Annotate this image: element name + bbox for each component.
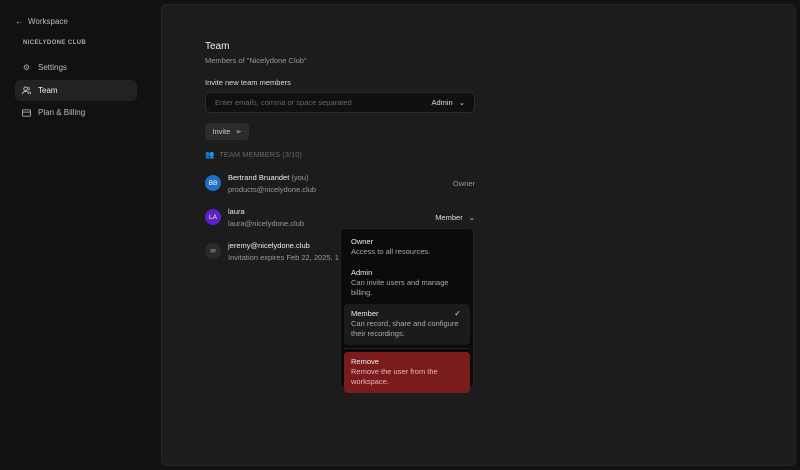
avatar: LA [205,209,221,225]
invite-email-input[interactable]: Enter emails, comma or space separated A… [205,92,475,113]
check-icon: ✓ [454,308,461,318]
role-dropdown-menu: Owner Access to all resources. Admin Can i… [340,228,474,393]
option-desc: Can invite users and manage billing. [351,277,449,298]
chevron-down-icon: ⌄ [458,98,465,107]
send-icon: ➢ [235,127,242,136]
invite-role-select[interactable]: Admin ⌄ [431,98,465,107]
option-desc: Can record, share and configure their re… [351,318,459,339]
option-desc: Access to all resources. [351,247,431,256]
option-desc: Remove the user from the workspace. [351,366,438,387]
org-name: NICELYDONE CLUB [23,40,87,46]
team-members-header: 👥 TEAM MEMBERS (3/10) [205,150,302,159]
invite-status: Invitation expires Feb 22, 2025, 1 [228,252,339,262]
sidebar-item-settings[interactable]: ⚙ Settings [15,57,137,78]
users-icon: 👥 [205,150,215,159]
member-row: LA laura laura@nicelydone.club Member ⌄ [205,205,475,229]
mail-icon: ✉ [205,243,221,259]
option-title: Admin [351,267,373,277]
member-email: products@nicelydone.club [228,184,317,194]
role-option-admin[interactable]: Admin Can invite users and manage billing… [344,263,470,304]
page-subtitle: Members of "Nicelydone Club" [205,56,307,65]
page-title: Team [205,41,230,52]
option-title: Owner [351,237,374,246]
sidebar-item-plan-billing[interactable]: Plan & Billing [15,102,137,123]
chevron-down-icon: ⌄ [468,212,475,222]
arrow-left-icon: ← [15,17,23,26]
member-row: BB Bertrand Bruandet (you) products@nicel… [205,171,475,195]
invite-button[interactable]: Invite ➢ [205,123,249,140]
you-tag: (you) [291,172,309,182]
users-icon [22,86,31,95]
gear-icon: ⚙ [22,63,31,72]
invite-email: jeremy@nicelydone.club [228,240,310,250]
remove-user-option[interactable]: Remove Remove the user from the workspace… [344,351,470,393]
member-email: laura@nicelydone.club [228,218,304,228]
sidebar-item-team[interactable]: Team [15,80,137,101]
member-name: laura [228,206,245,216]
option-title: Member [351,308,379,318]
member-name: Bertrand Bruandet [228,172,290,182]
avatar: BB [205,175,221,191]
option-title: Remove [351,356,379,366]
member-role-select[interactable]: Member ⌄ [435,213,475,222]
member-role: Owner [452,178,475,188]
invite-label: Invite new team members [205,78,291,87]
invite-placeholder: Enter emails, comma or space separated [215,98,352,107]
role-option-owner[interactable]: Owner Access to all resources. [344,232,470,263]
back-to-workspace-link[interactable]: ← Workspace [15,17,68,26]
role-option-member[interactable]: ✓ Member Can record, share and configure t… [344,303,470,345]
credit-card-icon [22,108,31,117]
main-panel: Team Members of "Nicelydone Club" Invite… [161,4,796,466]
divider [344,347,470,349]
